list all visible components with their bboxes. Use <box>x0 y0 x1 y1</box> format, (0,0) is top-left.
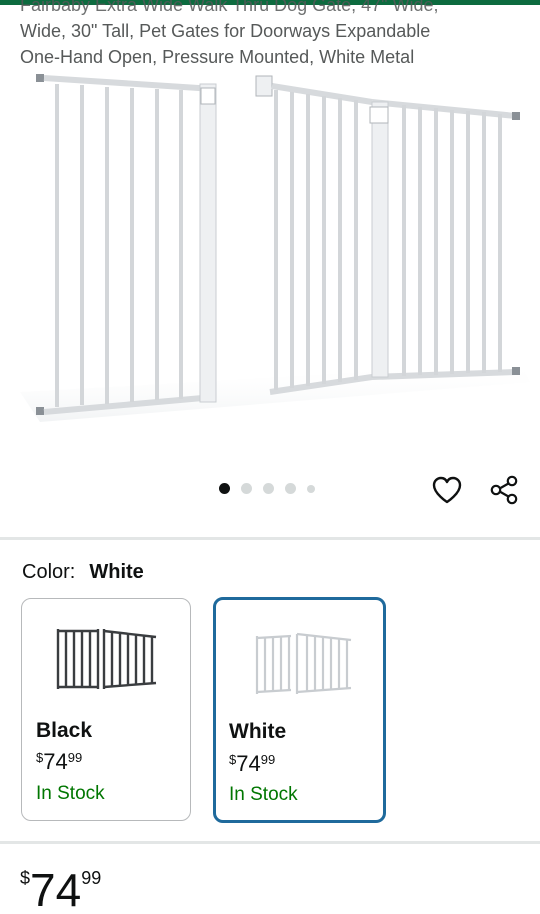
price-cents: 99 <box>81 868 102 888</box>
color-selector-header: Color: White <box>22 560 144 584</box>
price-currency: $ <box>20 868 31 888</box>
price-dollars: 74 <box>30 864 82 914</box>
color-option-price: $ 74 99 <box>229 751 275 777</box>
color-option-price: $ 74 99 <box>36 749 82 775</box>
price-currency: $ <box>229 752 237 767</box>
carousel-dot-2[interactable] <box>241 483 252 494</box>
product-title[interactable]: Fairbaby Extra Wide Walk Thru Dog Gate, … <box>20 0 520 70</box>
share-icon <box>490 475 518 505</box>
image-carousel-dots[interactable] <box>219 483 315 494</box>
price-cents: 99 <box>67 750 83 765</box>
pet-gate-image <box>20 74 530 422</box>
color-label: Color: <box>22 561 76 583</box>
color-option-name: White <box>229 720 287 743</box>
product-title-line-2: Wide, 30" Tall, Pet Gates for Doorways E… <box>20 21 431 41</box>
product-image[interactable] <box>0 62 540 442</box>
white-gate-thumbnail <box>255 632 352 694</box>
carousel-dot-4[interactable] <box>285 483 296 494</box>
carousel-dot-1[interactable] <box>219 483 230 494</box>
availability-status: In Stock <box>229 784 298 805</box>
section-divider <box>0 537 540 540</box>
heart-outline-icon <box>432 476 462 504</box>
color-option-white[interactable]: White $ 74 99 In Stock <box>213 597 386 823</box>
price-cents: 99 <box>260 752 276 767</box>
product-price: $ 74 99 <box>20 866 101 914</box>
selected-color-value: White <box>89 561 144 583</box>
wishlist-button[interactable] <box>430 473 464 507</box>
price-dollars: 74 <box>43 749 68 774</box>
color-option-black[interactable]: Black $ 74 99 In Stock <box>21 598 191 821</box>
product-title-line-1: Fairbaby Extra Wide Walk Thru Dog Gate, … <box>20 0 439 15</box>
share-button[interactable] <box>486 472 522 508</box>
black-gate-thumbnail <box>56 629 157 689</box>
section-divider <box>0 841 540 844</box>
carousel-dot-5[interactable] <box>307 484 315 493</box>
price-currency: $ <box>36 750 44 765</box>
color-option-name: Black <box>36 719 93 742</box>
price-dollars: 74 <box>236 751 261 776</box>
carousel-dot-3[interactable] <box>263 483 274 494</box>
availability-status: In Stock <box>36 783 105 804</box>
